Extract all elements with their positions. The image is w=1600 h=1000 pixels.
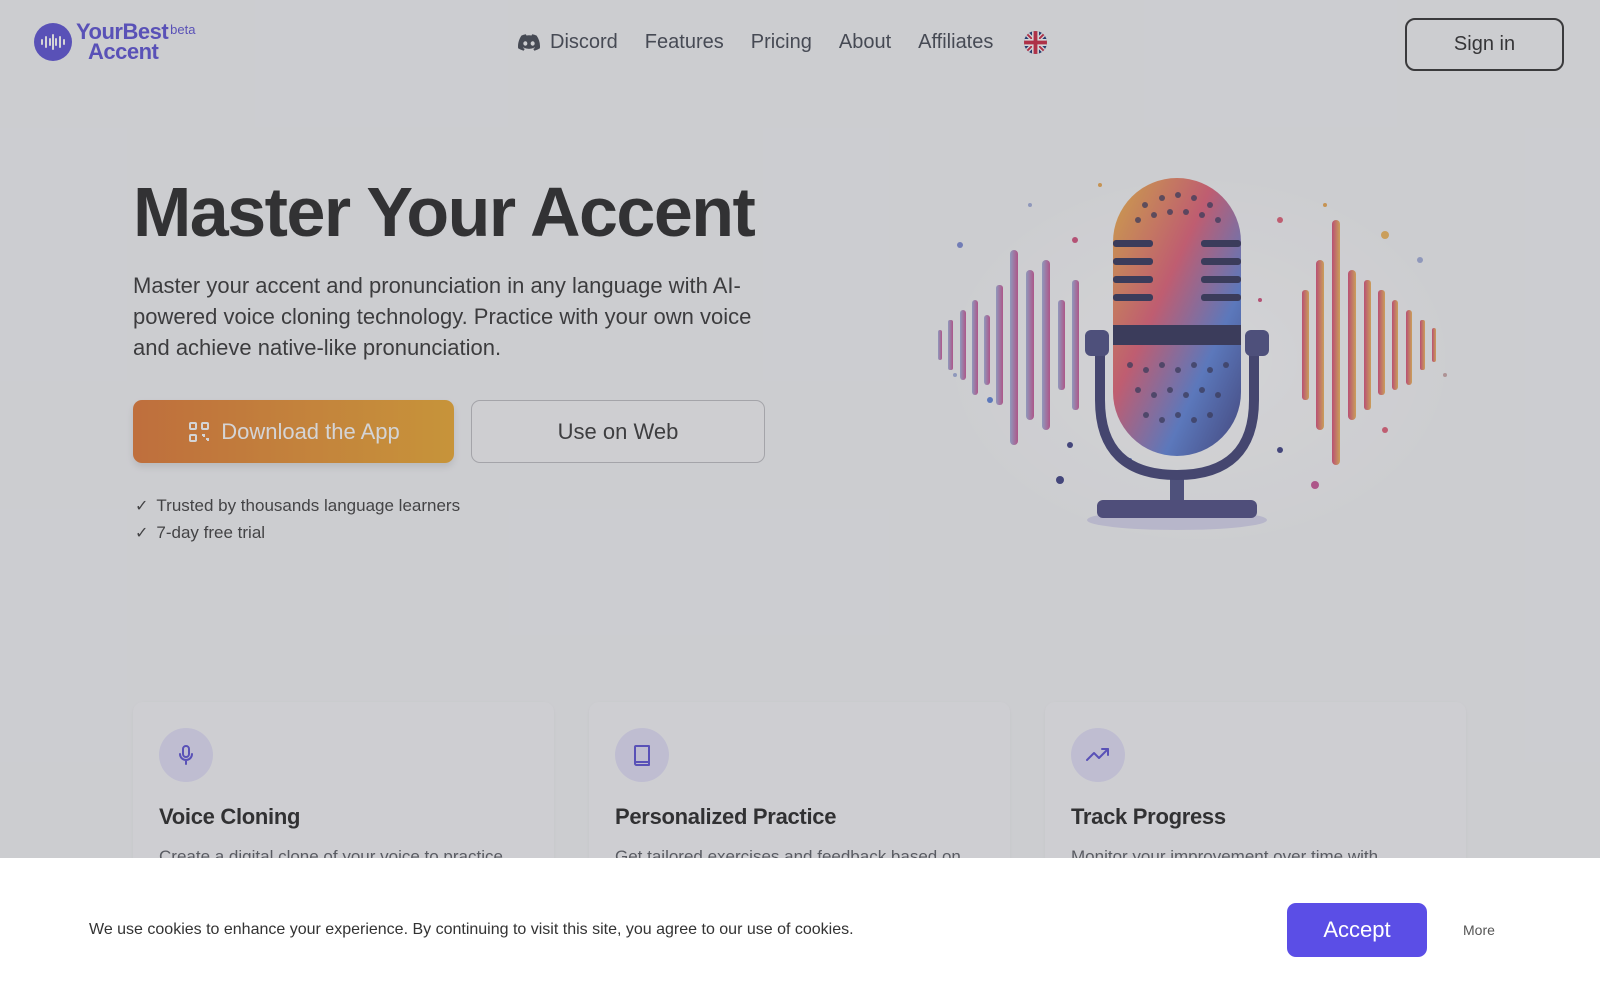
beta-badge: beta (170, 22, 196, 37)
logo[interactable]: YourBest Accent beta (34, 21, 195, 64)
trending-up-icon (1071, 728, 1125, 782)
microphone-icon (159, 728, 213, 782)
feature-title: Track Progress (1071, 804, 1226, 829)
feature-cards: Voice Cloning Create a digital clone of … (133, 702, 1466, 882)
trust-item: ✓ 7-day free trial (135, 519, 460, 546)
download-app-label: Download the App (221, 418, 400, 444)
nav-discord[interactable]: Discord (518, 31, 618, 54)
logo-wordmark: YourBest Accent beta (76, 21, 195, 64)
discord-icon (518, 34, 540, 51)
logo-waveform-icon (34, 23, 72, 61)
sign-in-button[interactable]: Sign in (1405, 18, 1564, 71)
trust-item: ✓ Trusted by thousands language learners (135, 492, 460, 519)
cookie-banner: We use cookies to enhance your experienc… (0, 858, 1600, 1000)
cookie-more-link[interactable]: More (1463, 922, 1495, 938)
site-header: YourBest Accent beta Discord Features Pr… (0, 0, 1600, 90)
feature-card-personalized-practice: Personalized Practice Get tailored exerc… (589, 702, 1010, 882)
cookie-text: We use cookies to enhance your experienc… (89, 921, 854, 938)
feature-card-voice-cloning: Voice Cloning Create a digital clone of … (133, 702, 554, 882)
qr-code-icon (189, 421, 210, 442)
nav-affiliates[interactable]: Affiliates (918, 31, 993, 54)
trust-item-text: 7-day free trial (156, 522, 266, 542)
microphone-soundwave-illustration (930, 160, 1470, 560)
nav-pricing[interactable]: Pricing (751, 31, 812, 54)
download-app-button[interactable]: Download the App (133, 400, 454, 463)
trust-list: ✓ Trusted by thousands language learners… (135, 492, 460, 546)
nav-features[interactable]: Features (645, 31, 724, 54)
trust-item-text: Trusted by thousands language learners (156, 495, 461, 515)
feature-title: Personalized Practice (615, 804, 837, 829)
check-icon: ✓ (135, 524, 149, 542)
feature-title: Voice Cloning (159, 804, 301, 829)
hero-title: Master Your Accent (133, 173, 756, 251)
nav-about[interactable]: About (839, 31, 891, 54)
check-icon: ✓ (135, 497, 149, 515)
logo-line-2: Accent (88, 39, 159, 64)
accept-cookies-button[interactable]: Accept (1287, 903, 1427, 957)
uk-flag-icon[interactable] (1024, 31, 1048, 54)
feature-card-track-progress: Track Progress Monitor your improvement … (1045, 702, 1466, 882)
book-icon (615, 728, 669, 782)
main-nav: Discord Features Pricing About Affiliate… (518, 31, 1048, 54)
hero-description: Master your accent and pronunciation in … (133, 273, 752, 360)
use-on-web-button[interactable]: Use on Web (471, 400, 765, 463)
nav-discord-label: Discord (550, 31, 618, 53)
